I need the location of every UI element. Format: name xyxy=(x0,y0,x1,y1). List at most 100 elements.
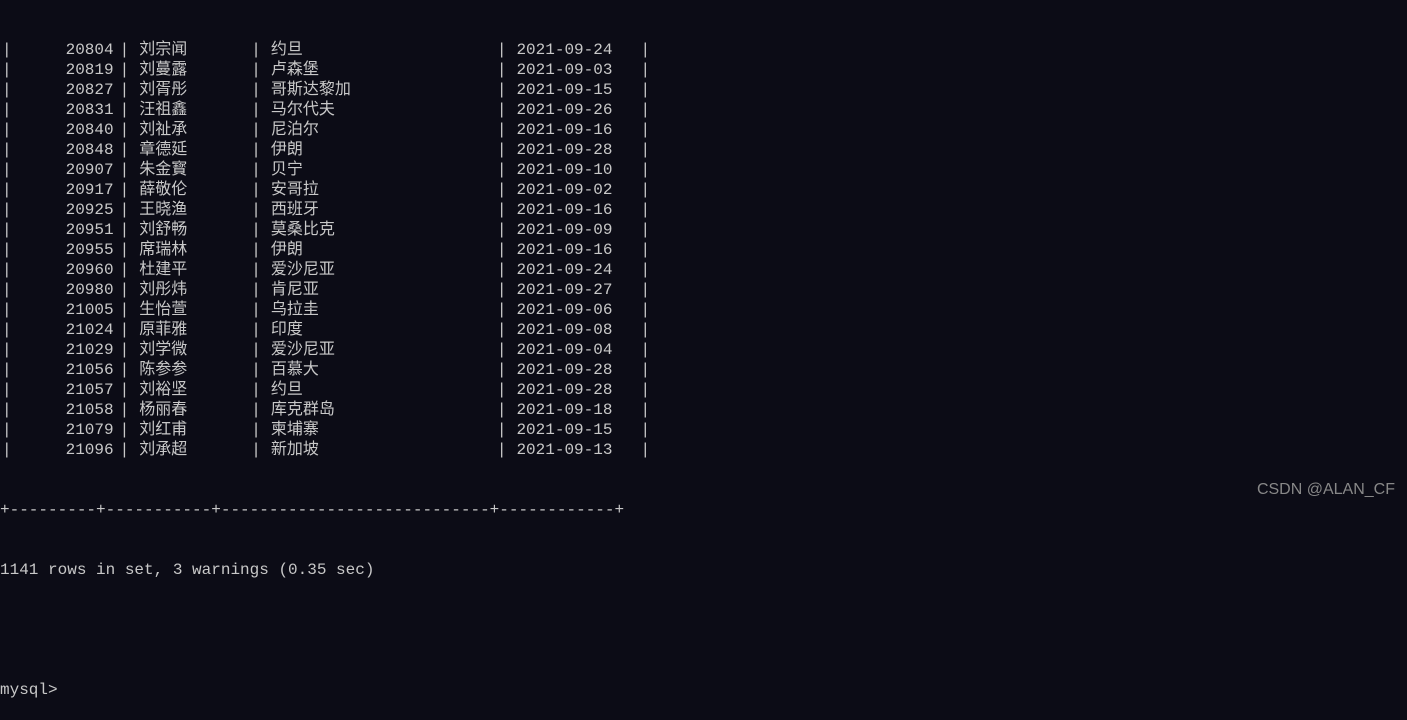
pipe: | xyxy=(118,340,132,360)
pipe: | xyxy=(0,340,14,360)
pipe: | xyxy=(638,180,652,200)
pipe: | xyxy=(249,80,263,100)
cell-country: 贝宁 xyxy=(263,160,495,180)
cell-name: 刘承超 xyxy=(131,440,249,460)
pipe: | xyxy=(0,120,14,140)
cell-name: 王晓渔 xyxy=(131,200,249,220)
cell-id: 21005 xyxy=(14,300,118,320)
table-row: |20951|刘舒畅|莫桑比克|2021-09-09| xyxy=(0,220,1407,240)
pipe: | xyxy=(118,320,132,340)
cell-date: 2021-09-16 xyxy=(508,200,638,220)
pipe: | xyxy=(249,220,263,240)
cell-name: 薛敬伦 xyxy=(131,180,249,200)
pipe: | xyxy=(249,360,263,380)
pipe: | xyxy=(638,260,652,280)
mysql-prompt[interactable]: mysql> xyxy=(0,680,1407,700)
cell-date: 2021-09-15 xyxy=(508,420,638,440)
pipe: | xyxy=(249,400,263,420)
pipe: | xyxy=(638,140,652,160)
pipe: | xyxy=(249,280,263,300)
pipe: | xyxy=(495,240,509,260)
blank-line xyxy=(0,620,1407,640)
table-row: |20819|刘蔓露|卢森堡|2021-09-03| xyxy=(0,60,1407,80)
pipe: | xyxy=(118,440,132,460)
table-row: |21058|杨丽春|库克群岛|2021-09-18| xyxy=(0,400,1407,420)
pipe: | xyxy=(249,160,263,180)
cell-country: 约旦 xyxy=(263,40,495,60)
pipe: | xyxy=(118,80,132,100)
pipe: | xyxy=(495,180,509,200)
pipe: | xyxy=(118,40,132,60)
pipe: | xyxy=(638,160,652,180)
table-row: |21024|原菲雅|印度|2021-09-08| xyxy=(0,320,1407,340)
cell-date: 2021-09-06 xyxy=(508,300,638,320)
cell-name: 刘舒畅 xyxy=(131,220,249,240)
pipe: | xyxy=(118,220,132,240)
cell-country: 西班牙 xyxy=(263,200,495,220)
pipe: | xyxy=(249,180,263,200)
pipe: | xyxy=(0,420,14,440)
cell-date: 2021-09-03 xyxy=(508,60,638,80)
watermark: CSDN @ALAN_CF xyxy=(1257,480,1395,500)
pipe: | xyxy=(495,40,509,60)
table-row: |21005|生怡萱|乌拉圭|2021-09-06| xyxy=(0,300,1407,320)
table-row: |21056|陈参参|百慕大|2021-09-28| xyxy=(0,360,1407,380)
table-row: |20955|席瑞林|伊朗|2021-09-16| xyxy=(0,240,1407,260)
pipe: | xyxy=(249,300,263,320)
pipe: | xyxy=(118,360,132,380)
pipe: | xyxy=(495,100,509,120)
pipe: | xyxy=(249,340,263,360)
cell-id: 20960 xyxy=(14,260,118,280)
table-row: |20804|刘宗闻|约旦|2021-09-24| xyxy=(0,40,1407,60)
cell-date: 2021-09-15 xyxy=(508,80,638,100)
cell-id: 20951 xyxy=(14,220,118,240)
pipe: | xyxy=(249,420,263,440)
pipe: | xyxy=(118,280,132,300)
pipe: | xyxy=(495,140,509,160)
cell-country: 爱沙尼亚 xyxy=(263,340,495,360)
cell-country: 伊朗 xyxy=(263,240,495,260)
cell-name: 刘祉承 xyxy=(131,120,249,140)
cell-country: 肯尼亚 xyxy=(263,280,495,300)
pipe: | xyxy=(0,300,14,320)
pipe: | xyxy=(495,440,509,460)
table-row: |20907|朱金寳|贝宁|2021-09-10| xyxy=(0,160,1407,180)
pipe: | xyxy=(638,80,652,100)
cell-id: 20955 xyxy=(14,240,118,260)
cell-name: 汪祖鑫 xyxy=(131,100,249,120)
cell-country: 印度 xyxy=(263,320,495,340)
pipe: | xyxy=(638,380,652,400)
pipe: | xyxy=(638,200,652,220)
pipe: | xyxy=(638,420,652,440)
pipe: | xyxy=(118,160,132,180)
terminal-output: |20804|刘宗闻|约旦|2021-09-24||20819|刘蔓露|卢森堡|… xyxy=(0,0,1407,720)
pipe: | xyxy=(118,240,132,260)
pipe: | xyxy=(118,260,132,280)
cell-country: 约旦 xyxy=(263,380,495,400)
cell-country: 爱沙尼亚 xyxy=(263,260,495,280)
pipe: | xyxy=(0,180,14,200)
pipe: | xyxy=(638,60,652,80)
cell-date: 2021-09-13 xyxy=(508,440,638,460)
pipe: | xyxy=(249,320,263,340)
cell-country: 安哥拉 xyxy=(263,180,495,200)
pipe: | xyxy=(638,220,652,240)
pipe: | xyxy=(249,120,263,140)
cell-name: 原菲雅 xyxy=(131,320,249,340)
cell-country: 乌拉圭 xyxy=(263,300,495,320)
cell-country: 新加坡 xyxy=(263,440,495,460)
pipe: | xyxy=(118,140,132,160)
cell-country: 尼泊尔 xyxy=(263,120,495,140)
cell-date: 2021-09-04 xyxy=(508,340,638,360)
pipe: | xyxy=(638,340,652,360)
cell-id: 20925 xyxy=(14,200,118,220)
pipe: | xyxy=(495,200,509,220)
cell-name: 杜建平 xyxy=(131,260,249,280)
cell-name: 刘蔓露 xyxy=(131,60,249,80)
cell-country: 库克群岛 xyxy=(263,400,495,420)
table-separator: +---------+-----------+-----------------… xyxy=(0,500,1407,520)
pipe: | xyxy=(495,280,509,300)
pipe: | xyxy=(495,60,509,80)
pipe: | xyxy=(495,120,509,140)
pipe: | xyxy=(0,240,14,260)
